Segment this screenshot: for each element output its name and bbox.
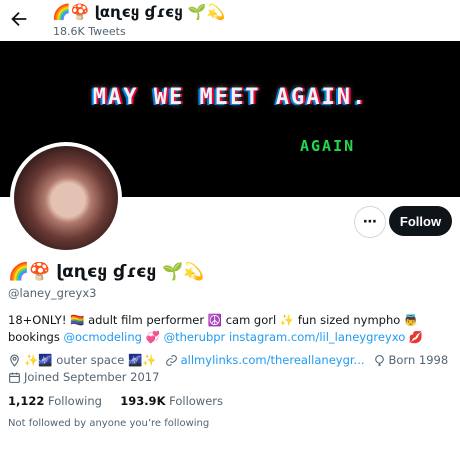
profile-display-name: 🌈🍄 ɭαɳєყ ɠɾєყ 🌱💫 xyxy=(8,262,205,282)
follow-button[interactable]: Follow xyxy=(389,206,452,236)
bio-end-emoji: 💋 xyxy=(405,330,424,344)
profile-handle: @laney_greyx3 xyxy=(8,286,97,300)
born-text: Born 1998 xyxy=(388,353,449,367)
banner-text: MAY WE MEET AGAIN. xyxy=(92,85,368,110)
follow-stats: 1,122 Following 193.9K Followers xyxy=(8,394,223,408)
followers-label: Followers xyxy=(169,394,224,408)
location-item: ✨🌌 outer space 🌌✨ xyxy=(8,353,157,367)
more-options-button[interactable]: ⋯ xyxy=(354,206,386,238)
link-icon xyxy=(165,354,177,366)
calendar-icon xyxy=(9,372,20,383)
more-icon: ⋯ xyxy=(363,214,377,230)
bio-emoji: 💞 xyxy=(141,330,164,344)
joined-item: Joined September 2017 xyxy=(8,370,159,384)
tweet-count: 18.6K Tweets xyxy=(53,25,126,38)
profile-bio: 18+ONLY! 🏳️‍🌈 adult film performer ☮️ ca… xyxy=(8,312,454,346)
joined-text: Joined September 2017 xyxy=(24,370,160,384)
balloon-icon xyxy=(374,354,384,366)
top-bar: 🌈🍄 ɭαɳєყ ɠɾєყ 🌱💫 18.6K Tweets xyxy=(0,0,460,40)
location-text: ✨🌌 outer space 🌌✨ xyxy=(24,353,157,367)
following-link[interactable]: 1,122 Following xyxy=(8,394,102,408)
following-label: Following xyxy=(48,394,102,408)
joined-row: Joined September 2017 xyxy=(8,370,167,384)
profile-meta-row: ✨🌌 outer space 🌌✨ allmylinks.com/thereal… xyxy=(8,353,456,367)
bio-instagram-link[interactable]: instagram.com/lil_laneygreyxo xyxy=(229,330,405,344)
bio-mention-ocmodeling[interactable]: @ocmodeling xyxy=(63,330,141,344)
bio-mention-therubpr[interactable]: @therubpr xyxy=(164,330,226,344)
birthday-item: Born 1998 xyxy=(373,353,449,367)
banner-glitch-text: AGAIN xyxy=(300,137,356,155)
location-pin-icon xyxy=(10,354,19,367)
followers-you-know: Not followed by anyone you’re following xyxy=(8,418,210,429)
back-arrow-icon[interactable] xyxy=(8,8,30,30)
header-display-name: 🌈🍄 ɭαɳєყ ɠɾєყ 🌱💫 xyxy=(52,3,226,21)
website-link[interactable]: allmylinks.com/thereallaneygr... xyxy=(181,353,365,367)
followers-link[interactable]: 193.9K Followers xyxy=(120,394,223,408)
avatar[interactable] xyxy=(10,142,122,254)
website-item[interactable]: allmylinks.com/thereallaneygr... xyxy=(165,353,365,367)
following-count: 1,122 xyxy=(8,394,45,408)
followers-count: 193.9K xyxy=(120,394,166,408)
